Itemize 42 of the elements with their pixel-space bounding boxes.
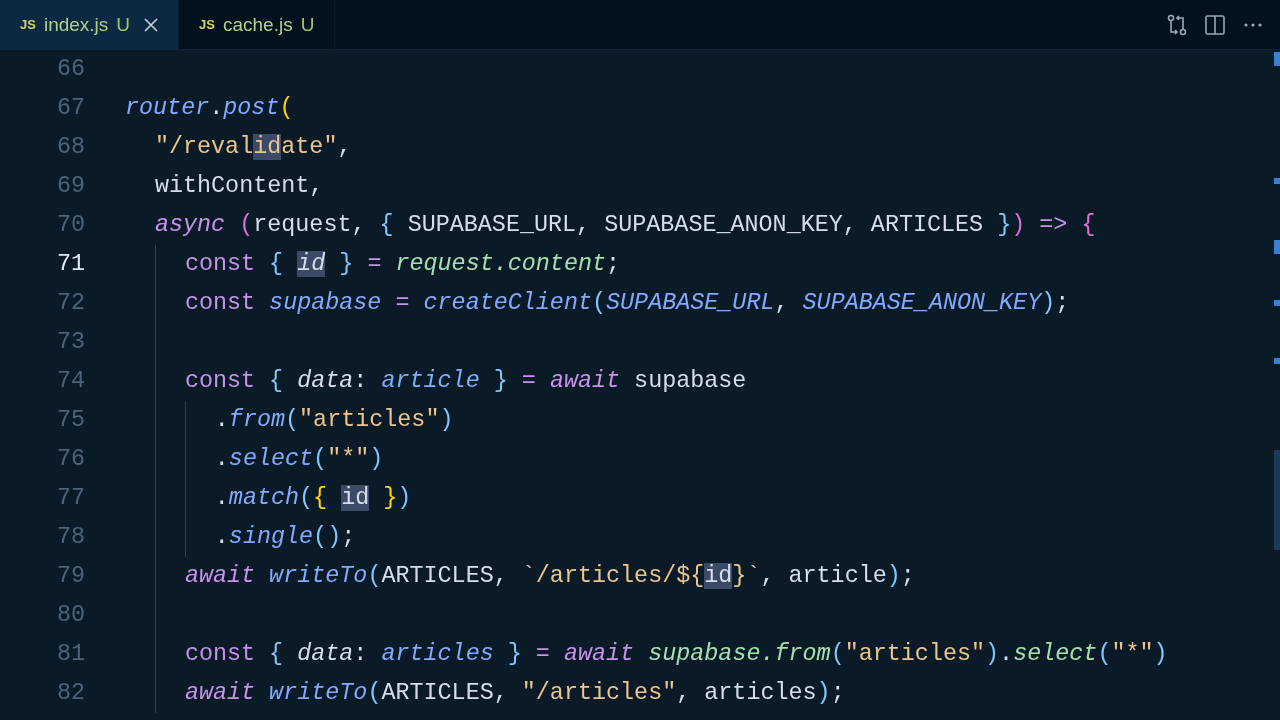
compare-changes-icon[interactable]: [1166, 13, 1188, 36]
line-number: 82: [55, 679, 85, 708]
code-line: router.post(: [125, 94, 294, 123]
code-line: "/revalidate",: [154, 133, 352, 162]
file-tab[interactable]: JS cache.js U: [179, 0, 336, 50]
code-line: const { data: article } = await supabase: [184, 367, 747, 396]
file-type-icon: JS: [20, 15, 36, 35]
code-line: const { id } = request.content;: [184, 250, 621, 279]
line-number: 71: [55, 250, 85, 279]
line-number: 75: [55, 406, 85, 435]
tab-label: index.js: [43, 12, 109, 37]
file-type-icon: JS: [199, 15, 215, 35]
line-number: 70: [55, 211, 85, 240]
line-number: 76: [55, 445, 85, 474]
code-line: const supabase = createClient(SUPABASE_URL, SUPABASE_ANON_KEY);: [184, 289, 1070, 318]
code-line: .from("articles"): [214, 406, 454, 435]
split-editor-icon[interactable]: [1204, 13, 1226, 36]
code-line: .select("*"): [214, 445, 384, 474]
tab-label: cache.js: [222, 12, 293, 37]
untracked-status: U: [116, 12, 131, 37]
line-number: 77: [55, 484, 85, 513]
line-number: 73: [55, 328, 85, 357]
line-number: 81: [55, 640, 85, 669]
line-number: 68: [55, 133, 85, 162]
untracked-status: U: [300, 12, 315, 37]
line-number: 66: [55, 55, 85, 84]
line-number: 74: [55, 367, 85, 396]
code-line: await writeTo(ARTICLES, `/articles/${id}`, article);: [184, 562, 915, 591]
line-number: 78: [55, 523, 85, 552]
file-tab[interactable]: JS index.js U: [0, 0, 180, 50]
line-number: 67: [55, 94, 85, 123]
code-line: async (request, { SUPABASE_URL, SUPABASE_ANON_KEY, ARTICLES }) => {: [154, 211, 1096, 240]
code-line: const { data: articles } = await supabase.from("articles").select("*"): [184, 640, 1168, 669]
line-number: 80: [55, 601, 85, 630]
close-icon[interactable]: [144, 18, 159, 32]
line-number: 72: [55, 289, 85, 318]
code-line: .single();: [214, 523, 356, 552]
line-number: 79: [55, 562, 85, 591]
code-line: withContent,: [154, 172, 324, 201]
code-line: await writeTo(ARTICLES, "/articles", articles);: [184, 679, 845, 708]
code-line: .match({ id }): [214, 484, 412, 513]
line-number: 69: [55, 172, 85, 201]
